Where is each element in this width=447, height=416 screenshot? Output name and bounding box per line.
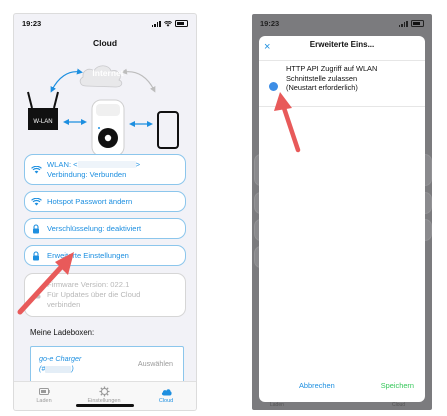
annotation-arrow-right bbox=[274, 92, 301, 153]
